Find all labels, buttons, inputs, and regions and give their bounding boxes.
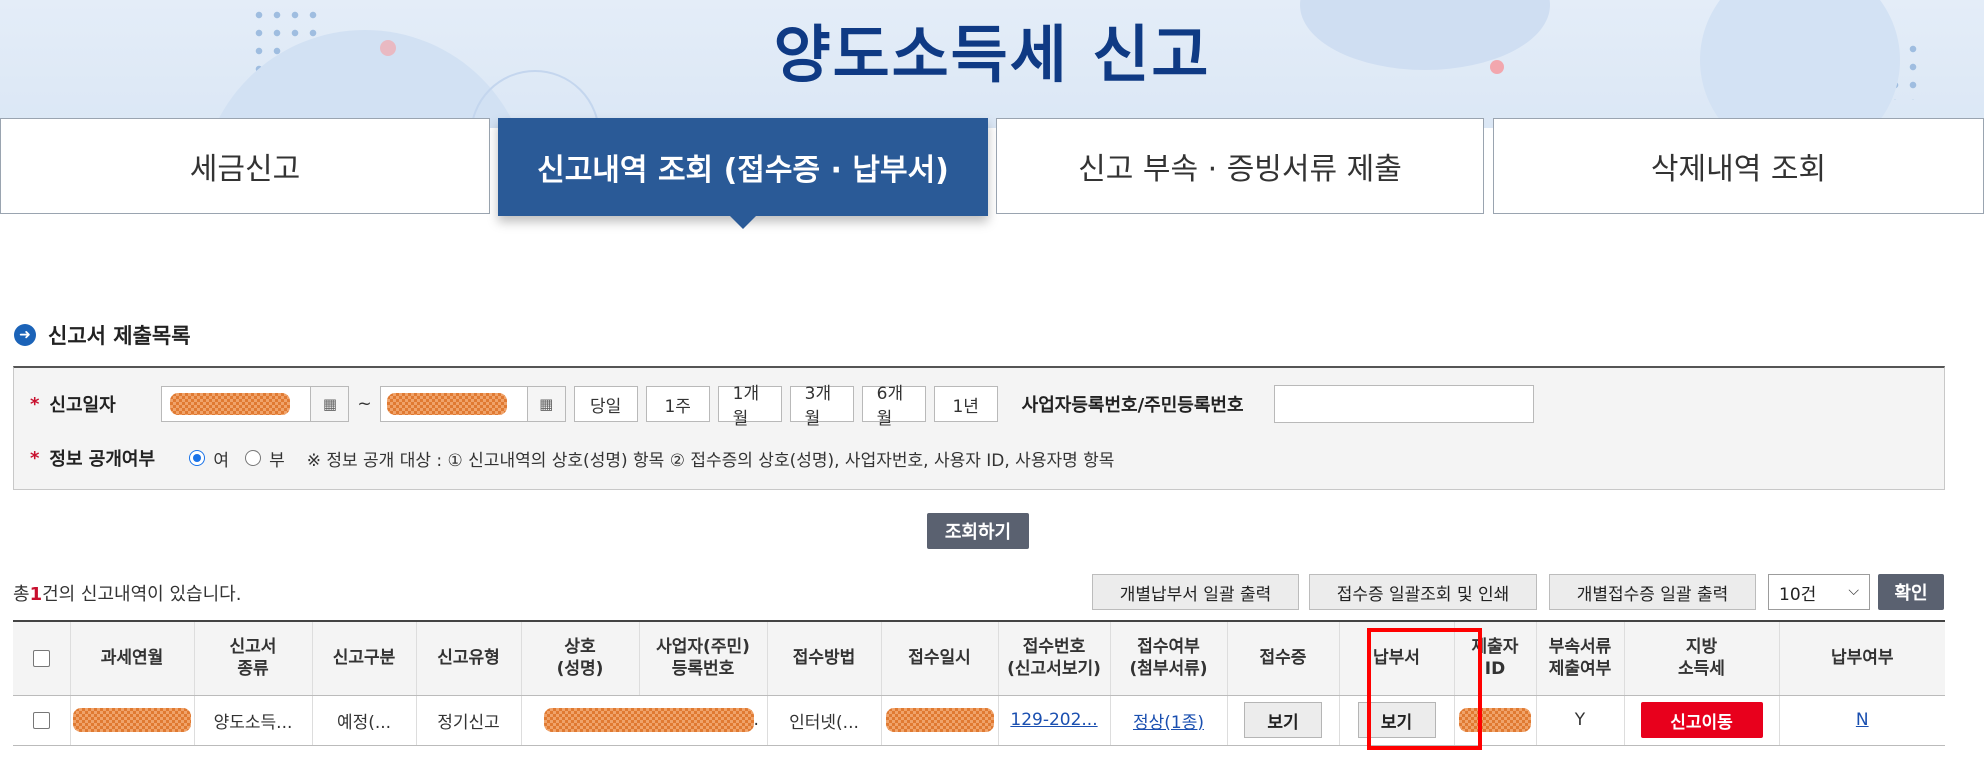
col-form-type: 신고서 종류 [193,620,312,696]
tax-month-cell [69,695,194,746]
submitter-cell [1453,695,1536,746]
tab-bar: 세금신고 신고내역 조회 (접수증 · 납부서) 신고 부속 · 증빙서류 제출… [0,118,1984,229]
select-all-checkbox[interactable] [32,649,50,667]
col-paid: 납부여부 [1778,620,1945,696]
col-category: 신고구분 [311,620,416,696]
disclosure-yes-radio[interactable] [189,450,206,466]
form-type-cell: 양도소득... [193,695,312,746]
tab-tax-filing[interactable]: 세금신고 [0,118,490,214]
confirm-button[interactable]: 확인 [1878,574,1944,610]
disclosure-label: 정보 공개여부 [49,449,156,470]
col-reg-no: 사업자(주민) 등록번호 [638,620,767,696]
disclosure-row: * 정보 공개여부 여 부 ※ 정보 공개 대상 : ① 신고내역의 상호(성명… [30,438,1114,478]
status-link[interactable]: 정상(1종) [1133,713,1204,733]
paid-link[interactable]: N [1856,710,1869,730]
disclosure-note: ※ 정보 공개 대상 : ① 신고내역의 상호(성명) 항목 ② 접수증의 상호… [306,450,1115,471]
redacted-value [1459,708,1531,732]
redacted-value [885,708,994,732]
name-cell: . [520,695,767,746]
col-name: 상호 (성명) [520,620,639,696]
redacted-value [386,393,507,415]
view-receipt-button[interactable]: 보기 [1244,702,1322,738]
filing-table: 과세연월 신고서 종류 신고구분 신고유형 상호 (성명) 사업자(주민) 등록… [13,620,1945,746]
bulk-receipt-print-button[interactable]: 접수증 일괄조회 및 인쇄 [1309,574,1537,610]
view-payment-button[interactable]: 보기 [1357,702,1436,738]
method-cell: 인터넷(... [766,695,881,746]
col-receipt-no: 접수번호 (신고서보기) [997,620,1110,696]
col-attach: 부속서류 제출여부 [1535,620,1624,696]
table-row: 양도소득... 예정(... 정기신고 . 인터넷(... 129-202...… [13,695,1945,746]
col-receipt: 접수증 [1226,620,1339,696]
period-6month-button[interactable]: 6개월 [861,384,926,429]
col-tax-month: 과세연월 [69,620,194,696]
required-mark: * [30,393,40,415]
col-payment: 납부서 [1338,620,1454,696]
tab-filing-history[interactable]: 신고내역 조회 (접수증 · 납부서) [498,118,988,229]
paid-cell: N [1778,695,1945,746]
period-3month-button[interactable]: 3개월 [789,384,854,429]
search-button[interactable]: 조회하기 [927,513,1029,549]
status-cell: 정상(1종) [1109,695,1227,746]
regno-label: 사업자등록번호/주민등록번호 [1021,395,1244,416]
category-cell: 예정(... [311,695,416,746]
filing-type-cell: 정기신고 [415,695,521,746]
header-banner: 양도소득세 신고 [0,0,1984,128]
calendar-icon[interactable]: ▦ [527,386,566,422]
redacted-value [170,393,291,415]
received-at-cell [880,695,998,746]
arrow-right-circle-icon: ➜ [14,324,36,346]
local-tax-move-button[interactable]: 신고이동 [1640,702,1763,738]
regno-input[interactable] [1273,385,1534,423]
search-panel: * 신고일자 ▦ ~ ▦ 당일 1주 1개월 3개월 6개월 1년 사업자등록번… [13,366,1945,490]
redacted-value [543,708,754,732]
col-method: 접수방법 [766,620,881,696]
receipt-no-link[interactable]: 129-202... [1010,710,1097,730]
col-submitter: 제출자 ID [1453,620,1536,696]
result-count: 총1건의 신고내역이 있습니다. [13,584,242,605]
chevron-down-icon: ⌵ [1848,583,1859,599]
calendar-icon[interactable]: ▦ [311,386,350,422]
col-local-tax: 지방 소득세 [1623,620,1779,696]
tab-attach-documents[interactable]: 신고 부속 · 증빙서류 제출 [996,118,1484,214]
end-date-input[interactable] [379,386,528,422]
section-title: 신고서 제출목록 [48,324,191,348]
disclosure-yes-label: 여 [213,450,230,471]
col-status: 접수여부 (첨부서류) [1109,620,1227,696]
receipt-cell: 보기 [1226,695,1339,746]
row-select-cell [13,695,70,746]
start-date-input[interactable] [161,386,312,422]
bulk-payment-print-button[interactable]: 개별납부서 일괄 출력 [1092,574,1299,610]
table-header-row: 과세연월 신고서 종류 신고구분 신고유형 상호 (성명) 사업자(주민) 등록… [13,620,1945,696]
period-today-button[interactable]: 당일 [573,386,638,422]
range-tilde: ~ [357,394,372,414]
page-title: 양도소득세 신고 [773,18,1211,91]
period-1week-button[interactable]: 1주 [645,386,710,422]
page-size-value: 10건 [1779,584,1817,605]
disclosure-no-label: 부 [269,450,285,471]
select-all-header [13,620,70,696]
period-1year-button[interactable]: 1년 [933,386,998,422]
date-row: * 신고일자 ▦ ~ ▦ 당일 1주 1개월 3개월 6개월 1년 사업자등록번… [30,384,1534,429]
section-heading: ➜ 신고서 제출목록 [14,320,191,350]
required-mark: * [30,447,40,469]
bulk-individual-receipt-button[interactable]: 개별접수증 일괄 출력 [1549,574,1756,610]
col-received-at: 접수일시 [880,620,998,696]
date-label: 신고일자 [49,395,116,416]
tab-deleted-history[interactable]: 삭제내역 조회 [1493,118,1984,214]
receipt-no-cell: 129-202... [997,695,1110,746]
col-filing-type: 신고유형 [415,620,521,696]
redacted-value [73,708,191,732]
local-tax-cell: 신고이동 [1623,695,1779,746]
page-size-select[interactable]: 10건 ⌵ [1768,574,1870,610]
disclosure-no-radio[interactable] [245,450,262,466]
payment-cell: 보기 [1338,695,1454,746]
period-1month-button[interactable]: 1개월 [717,384,782,429]
row-checkbox[interactable] [32,711,50,729]
attach-cell: Y [1535,695,1624,746]
